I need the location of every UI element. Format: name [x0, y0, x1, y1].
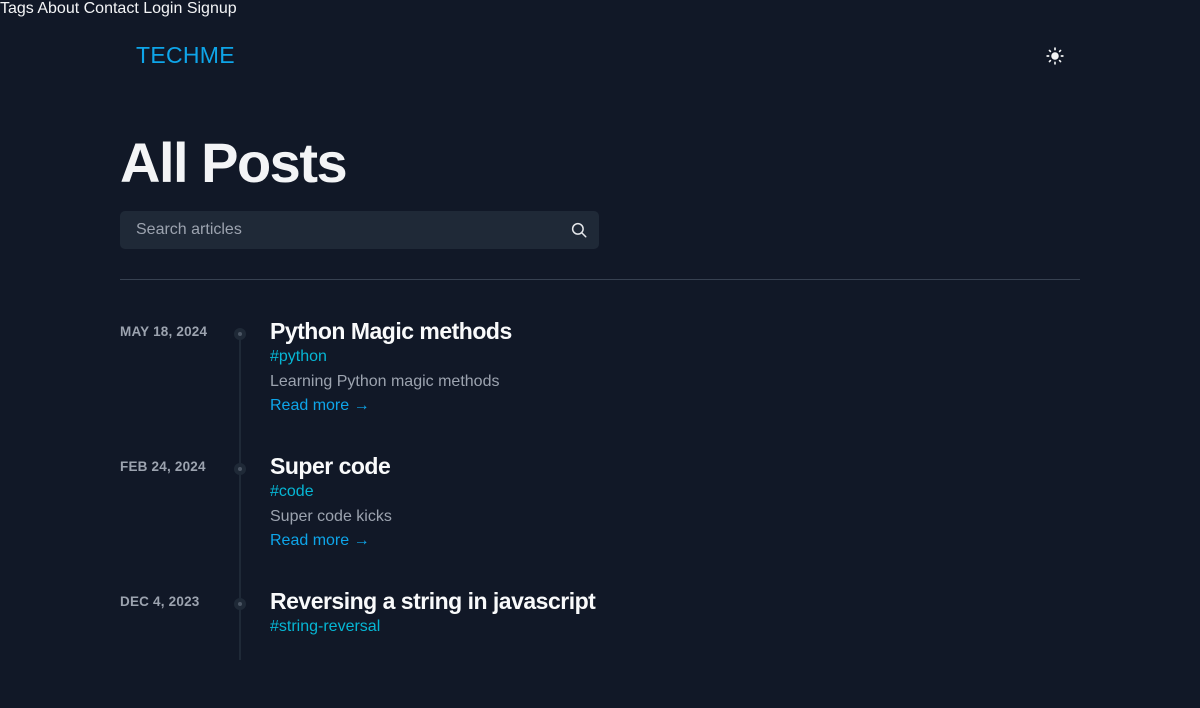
nav-link-tags[interactable]: Tags — [0, 0, 34, 17]
post-date: FEB 24, 2024 — [120, 459, 206, 474]
post-tag-link[interactable]: #python — [270, 348, 327, 366]
main-nav: Tags About Contact Login Signup — [0, 0, 1200, 18]
read-more-link[interactable]: Read more → — [270, 532, 370, 550]
timeline-dot — [234, 328, 246, 340]
post-title-link[interactable]: Reversing a string in javascript — [270, 588, 596, 615]
post-item: DEC 4, 2023 Reversing a string in javasc… — [120, 588, 1080, 708]
theme-toggle-button[interactable] — [1045, 46, 1065, 66]
nav-link-about[interactable]: About — [37, 0, 79, 17]
timeline-dot — [234, 463, 246, 475]
post-item: MAY 18, 2024 Python Magic methods #pytho… — [120, 318, 1080, 438]
post-tag-link[interactable]: #code — [270, 483, 314, 501]
post-title-link[interactable]: Python Magic methods — [270, 318, 512, 345]
post-description: Learning Python magic methods — [270, 373, 500, 390]
timeline-dot — [234, 598, 246, 610]
post-title-link[interactable]: Super code — [270, 453, 391, 480]
post-tag-link[interactable]: #string-reversal — [270, 618, 380, 636]
post-date: DEC 4, 2023 — [120, 594, 200, 609]
nav-link-signup[interactable]: Signup — [187, 0, 237, 17]
search-box — [120, 211, 599, 249]
search-icon[interactable] — [570, 221, 588, 239]
nav-link-contact[interactable]: Contact — [84, 0, 139, 17]
page-title: All Posts — [120, 131, 348, 194]
site-logo[interactable]: TECHME — [136, 42, 235, 69]
post-description: Super code kicks — [270, 508, 392, 525]
site-header: TECHME Tags About Contact Login Signup — [0, 0, 1200, 112]
post-item: FEB 24, 2024 Super code #code Super code… — [120, 453, 1080, 573]
search-input[interactable] — [120, 211, 599, 249]
read-more-link[interactable]: Read more → — [270, 397, 370, 415]
sun-icon — [1046, 47, 1064, 65]
section-divider — [120, 279, 1080, 280]
post-date: MAY 18, 2024 — [120, 324, 208, 339]
nav-link-login[interactable]: Login — [143, 0, 182, 17]
